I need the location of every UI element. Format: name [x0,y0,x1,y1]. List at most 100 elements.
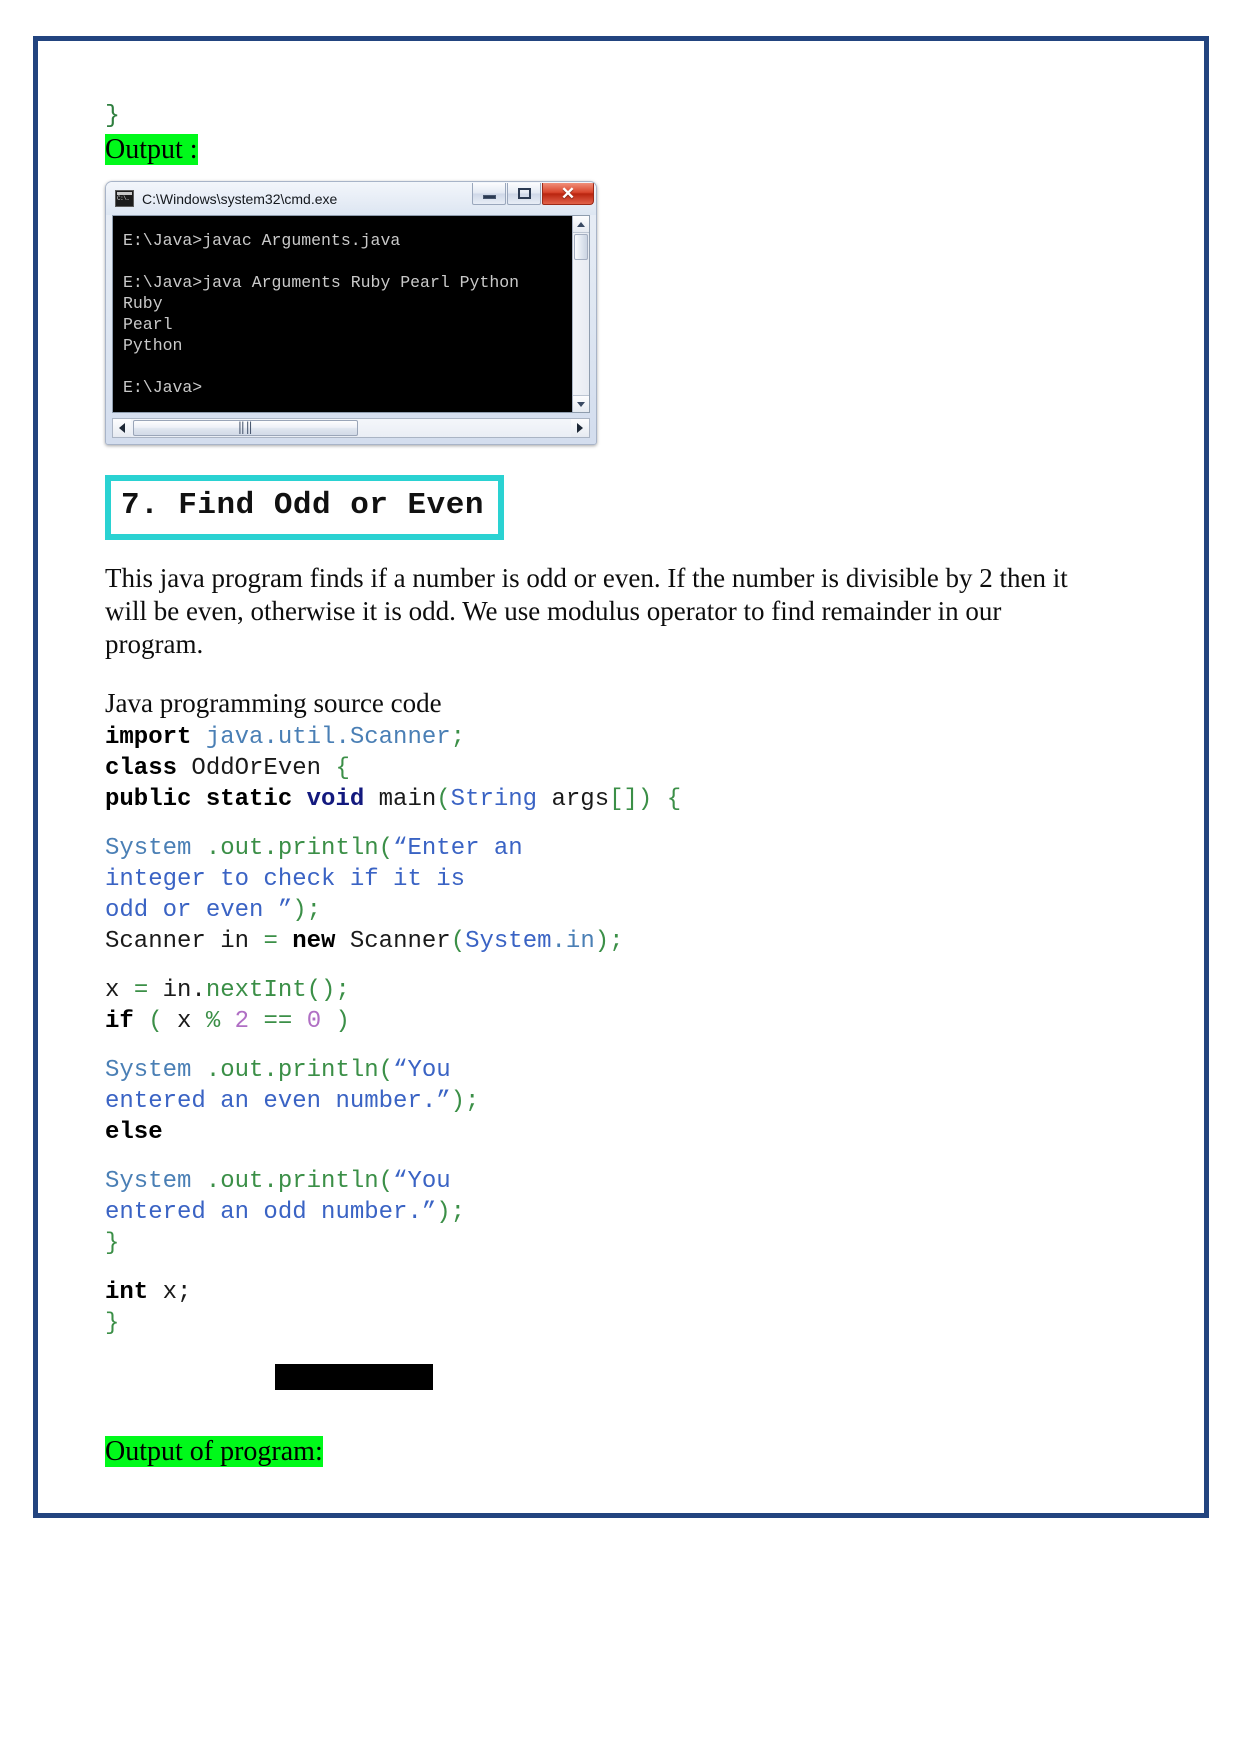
code-token: class [105,755,178,782]
code-token: ; [450,724,466,751]
code-token: } [105,1310,120,1337]
cmd-icon-label: C:\. [117,195,130,202]
code-token: ( [378,1168,394,1195]
code-token: int [105,1279,149,1306]
code-token: entered an even number.” [105,1088,451,1115]
maximize-button[interactable] [507,183,541,205]
chevron-up-icon [577,221,585,227]
scroll-right-button[interactable] [571,419,589,437]
code-token: ( [378,1057,394,1084]
code-token: ( [133,1008,178,1035]
scroll-up-button[interactable] [573,216,589,233]
vertical-scrollbar-thumb[interactable] [574,234,588,260]
close-button[interactable]: ✕ [542,183,594,205]
code-line: x = in.nextInt(); [105,975,1105,1006]
code-token: ( [436,786,451,813]
code-token: in. [148,977,206,1004]
close-icon: ✕ [560,184,576,203]
console-line: E:\Java>javac Arguments.java [123,231,401,250]
code-line: public static void main(String args[]) { [105,784,1105,815]
code-line: System .out.println(“You [105,1055,1105,1086]
vertical-scrollbar[interactable] [572,216,589,412]
code-token: 0 [306,1008,322,1035]
code-line: odd or even ”); [105,895,1105,926]
scroll-left-button[interactable] [113,419,131,437]
code-line: class OddOrEven { [105,753,1105,784]
code-token: public static [105,786,307,813]
code-token: odd or even ” [105,897,293,924]
code-token: integer to check if it is [105,866,466,893]
chevron-right-icon [577,423,583,433]
console-line: Ruby [123,294,163,313]
code-token: main [364,786,437,813]
code-token: ); [450,1088,480,1115]
code-token: ); [436,1199,466,1226]
cmd-client-area: E:\Java>javac Arguments.java E:\Java>jav… [112,215,590,413]
maximize-icon [517,188,531,199]
code-token: .out. [191,1168,278,1195]
footer-output-row: Output of program: [105,1435,323,1469]
previous-code-closing-brace: } [105,101,121,130]
code-token: (); [306,977,350,1004]
redaction-bar [275,1364,433,1390]
code-token: .out. [191,1057,278,1084]
horizontal-scrollbar-track[interactable]: ‖‖ [131,419,571,437]
code-token: x [177,1008,206,1035]
cmd-console-icon[interactable]: C:\. [115,190,134,207]
code-token: ); [292,897,322,924]
cmd-window-title: C:\Windows\system32\cmd.exe [142,190,338,207]
code-token: String [450,786,538,813]
horizontal-scrollbar-thumb[interactable]: ‖‖ [133,420,358,436]
section-heading-box: 7. Find Odd or Even [105,475,504,540]
code-line: } [105,1228,1105,1259]
code-token: println [277,1057,379,1084]
code-token: ) [321,1008,350,1035]
code-token: { [335,755,350,782]
code-token: println [277,1168,379,1195]
scrollbar-grip-icon: ‖‖ [237,421,254,435]
cmd-window: C:\. C:\Windows\system32\cmd.exe ✕ E:\Ja… [105,181,597,445]
chevron-left-icon [119,423,125,433]
code-token: } [105,1230,120,1257]
cmd-titlebar[interactable]: C:\. C:\Windows\system32\cmd.exe ✕ [106,182,596,215]
code-line: if ( x % 2 == 0 ) [105,1006,1105,1037]
source-code-label: Java programming source code [105,688,442,718]
code-token: if [105,1008,134,1035]
code-line: else [105,1117,1105,1148]
code-token: else [105,1119,163,1146]
code-token: System [465,928,552,955]
code-token: x [105,977,134,1004]
code-line: entered an odd number.”); [105,1197,1105,1228]
code-token: = [263,928,278,955]
minimize-button[interactable] [472,183,506,205]
code-line: Scanner in = new Scanner(System.in); [105,926,1105,957]
code-token: System [105,1168,192,1195]
code-token: .out. [191,835,278,862]
code-token: []) { [609,786,682,813]
console-line: E:\Java> [123,378,203,397]
output-label-row: Output : [105,133,1105,167]
console-line: Python [123,336,183,355]
code-token: import [105,724,192,751]
horizontal-scrollbar[interactable]: ‖‖ [112,418,590,438]
code-token: ); [594,928,624,955]
code-line: entered an even number.”); [105,1086,1105,1117]
code-token: println [277,835,379,862]
code-token: “You [393,1168,451,1195]
code-line: System .out.println(“You [105,1166,1105,1197]
scroll-down-button[interactable] [573,395,589,412]
code-token: == [263,1008,293,1035]
code-token: “Enter an [393,835,523,862]
code-token: args [537,786,610,813]
code-line: import java.util.Scanner; [105,722,1105,753]
code-token: % [205,1008,221,1035]
code-token: ( [378,835,394,862]
page-border-frame: } Output : C:\. C:\Windows\system32\cmd.… [33,36,1209,1518]
chevron-down-icon [577,401,585,407]
code-line: System .out.println(“Enter an [105,833,1105,864]
